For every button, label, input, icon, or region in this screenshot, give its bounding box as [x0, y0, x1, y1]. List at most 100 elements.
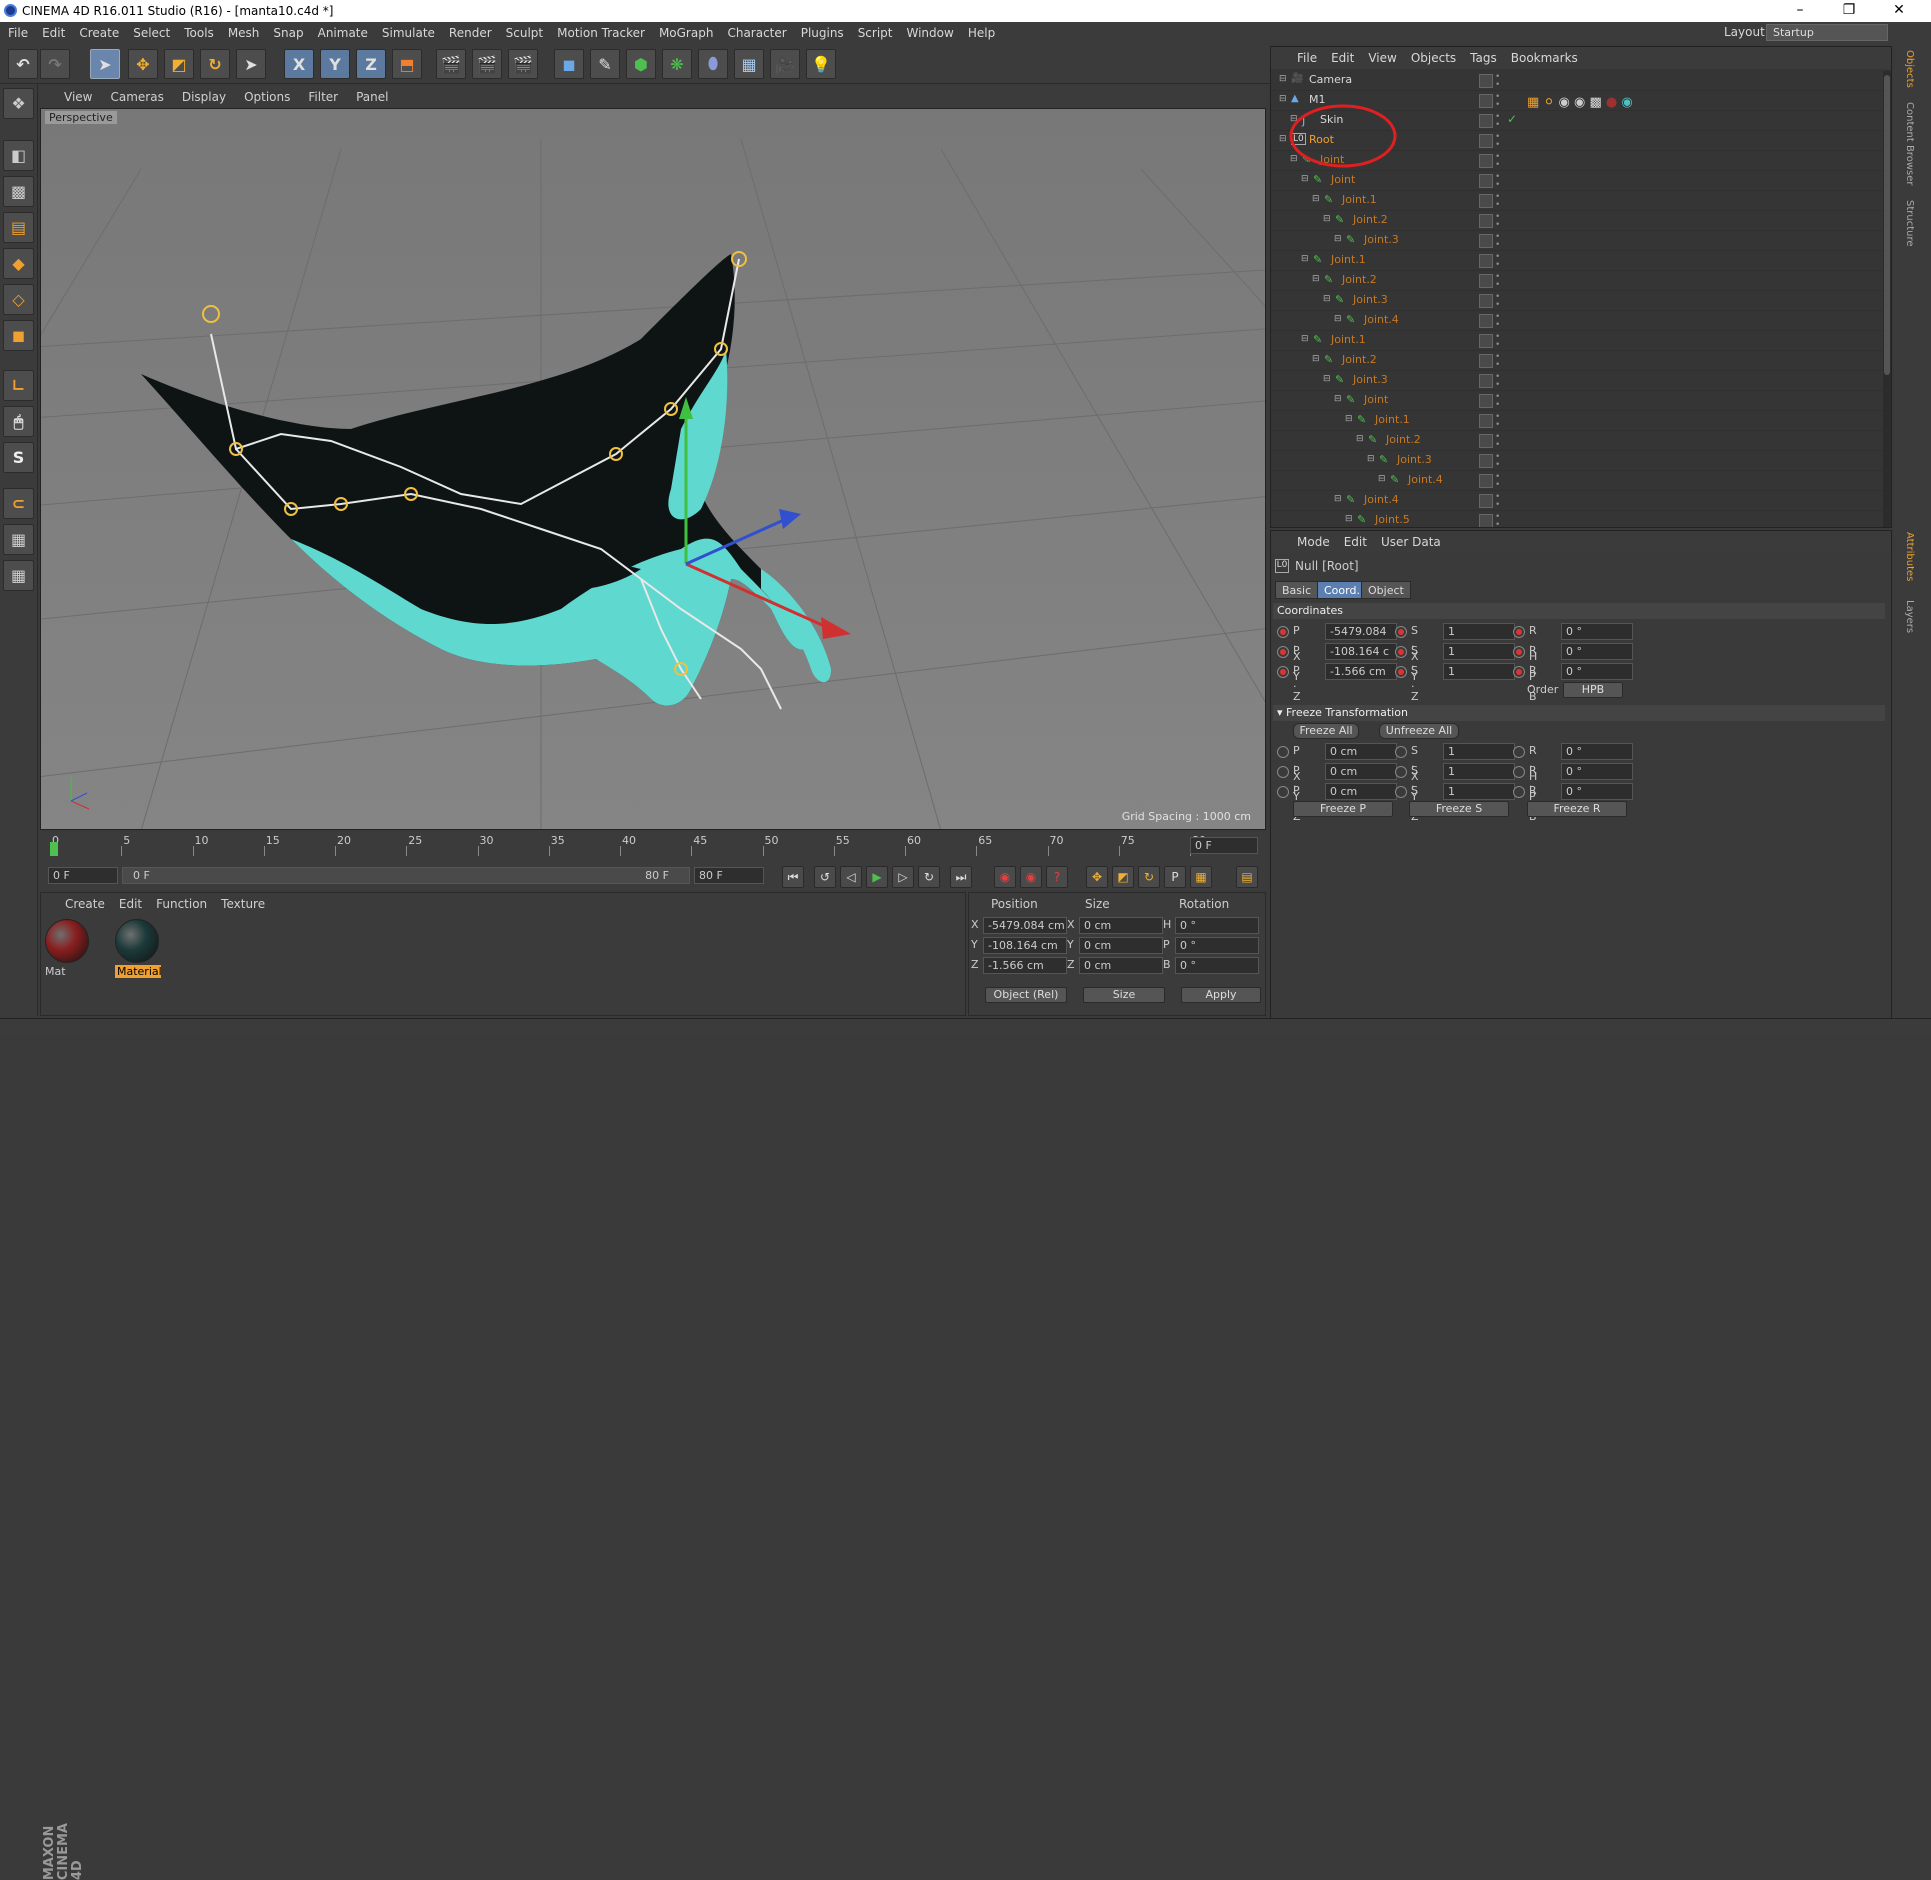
coord-size-field[interactable]: 0 cm	[1079, 917, 1163, 934]
layer-box-icon[interactable]	[1479, 194, 1493, 208]
unfreeze-all-button[interactable]: Unfreeze All	[1379, 723, 1459, 739]
current-frame-field[interactable]: 0 F	[1190, 837, 1258, 854]
tab-object[interactable]: Object	[1361, 581, 1411, 599]
animation-key-icon[interactable]	[1395, 746, 1407, 758]
animation-key-icon[interactable]	[1395, 626, 1407, 638]
attr-value-field[interactable]: 0 °	[1561, 623, 1633, 640]
object-menu-tags[interactable]: Tags	[1470, 51, 1497, 65]
axis-mode-icon[interactable]: ∟	[3, 370, 34, 401]
move-tool-icon[interactable]: ✥	[128, 49, 158, 79]
menu-render[interactable]: Render	[449, 26, 492, 40]
edges-mode-icon[interactable]: ◇	[3, 284, 34, 315]
visibility-dots-icon[interactable]: • •	[1495, 313, 1500, 330]
floor-icon[interactable]: ▦	[734, 49, 764, 79]
goto-next-key-icon[interactable]: ↻	[918, 866, 940, 888]
visibility-dots-icon[interactable]: • •	[1495, 393, 1500, 410]
object-menu-view[interactable]: View	[1368, 51, 1396, 65]
tweak-mode-icon[interactable]: 🖱	[3, 406, 34, 437]
texture-mode-icon[interactable]: ▩	[3, 176, 34, 207]
expand-toggle-icon[interactable]: ⊟	[1312, 274, 1320, 284]
layer-box-icon[interactable]	[1479, 214, 1493, 228]
render-to-picture-viewer-icon[interactable]: 🎬	[472, 49, 502, 79]
timeline-scheme-icon[interactable]: ▤	[1236, 866, 1258, 888]
z-axis-lock-button[interactable]: Z	[356, 49, 386, 79]
goto-start-icon[interactable]: ⏮	[782, 866, 804, 888]
record-scale-icon[interactable]: ◩	[1112, 866, 1134, 888]
visibility-dots-icon[interactable]: • •	[1495, 453, 1500, 470]
tab-coord[interactable]: Coord.	[1317, 581, 1367, 599]
layer-box-icon[interactable]	[1479, 154, 1493, 168]
phong-tag-icon[interactable]: ◉	[1574, 95, 1585, 110]
snapping-button[interactable]: S	[3, 442, 34, 473]
material-menu-edit[interactable]: Edit	[119, 897, 142, 911]
attr-value-field[interactable]: 1	[1443, 763, 1515, 780]
layer-box-icon[interactable]	[1479, 94, 1493, 108]
goto-previous-key-icon[interactable]: ↺	[814, 866, 836, 888]
attr-value-field[interactable]: -1.566 cm	[1325, 663, 1397, 680]
weight-tag-icon[interactable]: ⚪	[1543, 95, 1554, 110]
coordinate-mode-select[interactable]: Object (Rel)	[985, 987, 1067, 1003]
freeze-r-button[interactable]: Freeze R	[1527, 801, 1627, 817]
attributes-menu-mode[interactable]: Mode	[1297, 535, 1330, 549]
record-parameter-icon[interactable]: P	[1164, 866, 1186, 888]
polygons-mode-icon[interactable]: ◼	[3, 320, 34, 351]
side-tab-objects[interactable]: Objects	[1904, 50, 1915, 88]
close-button[interactable]: ✕	[1876, 0, 1922, 22]
animation-key-icon[interactable]	[1277, 746, 1289, 758]
visibility-dots-icon[interactable]: • •	[1495, 493, 1500, 510]
start-frame-field[interactable]: 0 F	[48, 867, 118, 884]
visibility-dots-icon[interactable]: • •	[1495, 73, 1500, 90]
make-editable-icon[interactable]: ❖	[3, 88, 34, 119]
layer-box-icon[interactable]	[1479, 394, 1493, 408]
attr-value-field[interactable]: 0 °	[1561, 743, 1633, 760]
cube-primitive-icon[interactable]: ◼	[554, 49, 584, 79]
layer-box-icon[interactable]	[1479, 254, 1493, 268]
layer-box-icon[interactable]	[1479, 494, 1493, 508]
visibility-dots-icon[interactable]: • •	[1495, 333, 1500, 350]
object-row-joint-1[interactable]: ⊟ ✎ Joint.1 • •	[1271, 411, 1883, 431]
attr-value-field[interactable]: 0 cm	[1325, 783, 1397, 800]
subdivision-surface-icon[interactable]: ⬢	[626, 49, 656, 79]
object-menu-objects[interactable]: Objects	[1411, 51, 1456, 65]
side-tab-structure[interactable]: Structure	[1904, 200, 1915, 247]
visibility-dots-icon[interactable]: • •	[1495, 513, 1500, 528]
layer-box-icon[interactable]	[1479, 134, 1493, 148]
expand-toggle-icon[interactable]: ⊟	[1334, 394, 1342, 404]
menu-simulate[interactable]: Simulate	[382, 26, 435, 40]
layer-box-icon[interactable]	[1479, 294, 1493, 308]
menu-create[interactable]: Create	[79, 26, 119, 40]
object-menu-edit[interactable]: Edit	[1331, 51, 1354, 65]
object-row-joint-2[interactable]: ⊟ ✎ Joint.2 • •	[1271, 211, 1883, 231]
tab-basic[interactable]: Basic	[1275, 581, 1319, 599]
visibility-dots-icon[interactable]: • •	[1495, 433, 1500, 450]
visibility-dots-icon[interactable]: • •	[1495, 293, 1500, 310]
layer-box-icon[interactable]	[1479, 274, 1493, 288]
layer-box-icon[interactable]	[1479, 234, 1493, 248]
planar-workplane-icon[interactable]: ▦	[3, 560, 34, 591]
rotate-tool-icon[interactable]: ↻	[200, 49, 230, 79]
render-view-icon[interactable]: 🎬	[436, 49, 466, 79]
play-forwards-icon[interactable]: ▶	[866, 866, 888, 888]
autokeying-icon[interactable]: ◉	[1020, 866, 1042, 888]
points-mode-icon[interactable]: ◆	[3, 248, 34, 279]
layer-box-icon[interactable]	[1479, 114, 1493, 128]
viewport-menu-options[interactable]: Options	[244, 90, 290, 104]
object-row-camera[interactable]: ⊟ 🎥 Camera • •	[1271, 71, 1883, 91]
animation-key-icon[interactable]	[1513, 766, 1525, 778]
coord-size-field[interactable]: 0 cm	[1079, 937, 1163, 954]
layout-select[interactable]: Startup	[1766, 24, 1888, 41]
menu-sculpt[interactable]: Sculpt	[506, 26, 543, 40]
side-tab-content-browser[interactable]: Content Browser	[1904, 102, 1915, 185]
expand-toggle-icon[interactable]: ⊟	[1312, 354, 1320, 364]
layer-box-icon[interactable]	[1479, 434, 1493, 448]
menu-file[interactable]: File	[8, 26, 28, 40]
attr-value-field[interactable]: 0 °	[1561, 663, 1633, 680]
object-row-joint-3[interactable]: ⊟ ✎ Joint.3 • •	[1271, 451, 1883, 471]
menu-help[interactable]: Help	[968, 26, 995, 40]
locked-workplane-icon[interactable]: ▦	[3, 524, 34, 555]
animation-key-icon[interactable]	[1513, 646, 1525, 658]
attr-value-field[interactable]: 1	[1443, 643, 1515, 660]
attr-value-field[interactable]: 0 cm	[1325, 743, 1397, 760]
viewport-menu-view[interactable]: View	[64, 90, 92, 104]
deformer-icon[interactable]: ⬮	[698, 49, 728, 79]
